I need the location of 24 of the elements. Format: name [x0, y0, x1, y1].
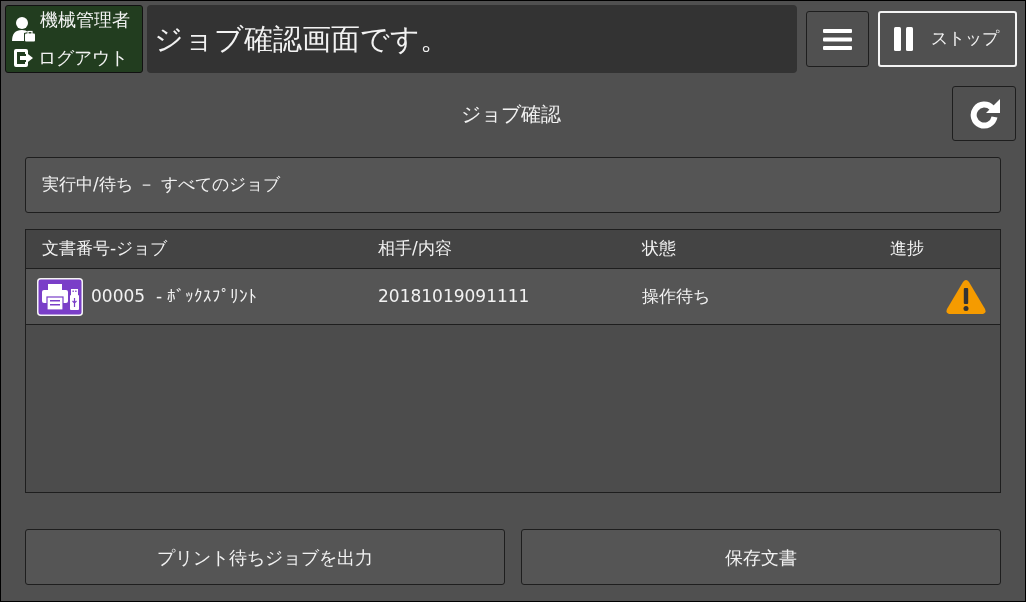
action-button[interactable]: プリント待ちジョブを出力	[25, 529, 505, 585]
user-name: 機械管理者	[40, 9, 130, 31]
logout-icon	[12, 47, 34, 69]
column-header: 進捗	[890, 238, 924, 259]
destination-cell: 20181019091111	[378, 285, 530, 306]
stop-button[interactable]: ストップ	[878, 11, 1017, 67]
job-cell-text: 00005 - ﾎﾞｯｸｽﾌﾟﾘﾝﾄ	[91, 284, 258, 308]
job-row[interactable]: 00005 - ﾎﾞｯｸｽﾌﾟﾘﾝﾄ 20181019091111 操作待ち	[26, 269, 1000, 325]
column-header: 相手/内容	[378, 238, 452, 259]
pause-icon	[894, 27, 914, 51]
column-header: 文書番号-ジョブ	[42, 238, 168, 259]
refresh-button[interactable]	[952, 86, 1016, 141]
page-title: ジョブ確認	[459, 100, 561, 127]
logout-button[interactable]: ログアウト	[12, 47, 140, 69]
menu-button[interactable]	[806, 11, 869, 67]
message-text: ジョブ確認画面です。	[154, 21, 449, 57]
column-header: 状態	[642, 238, 676, 259]
status-cell: 操作待ち	[642, 285, 710, 306]
menu-icon	[823, 28, 852, 50]
job-filter-button[interactable]: 実行中/待ち － すべてのジョブ	[25, 157, 1001, 213]
printer-usb-icon	[37, 277, 83, 316]
action-button[interactable]: 保存文書	[521, 529, 1001, 585]
refresh-icon	[968, 98, 1000, 129]
user-icon	[12, 16, 36, 43]
